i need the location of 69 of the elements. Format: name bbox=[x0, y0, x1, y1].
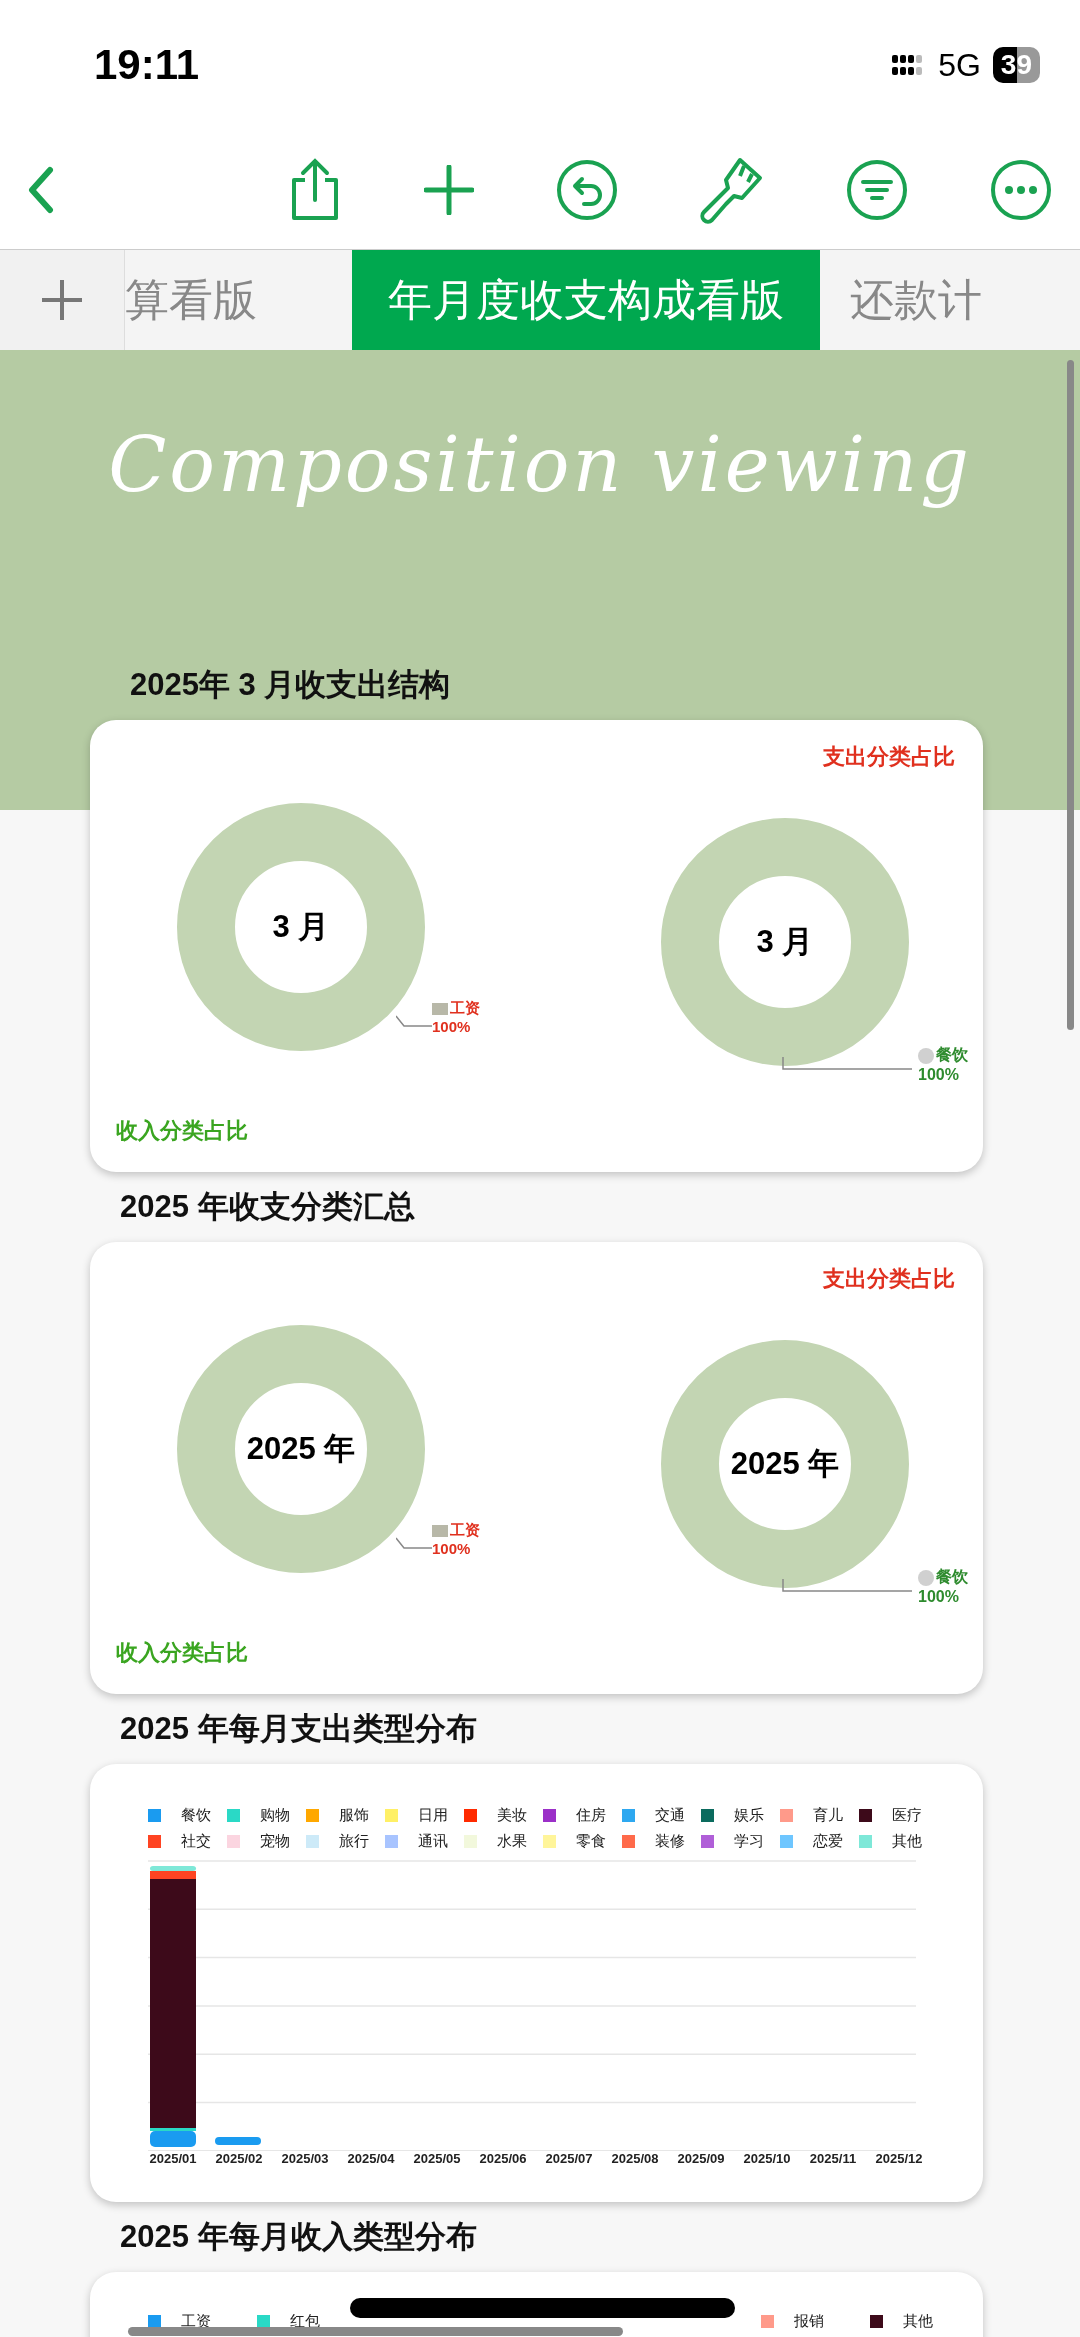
axis-label: 2025/09 bbox=[676, 2151, 726, 2166]
slice-percent: 100% bbox=[918, 1588, 960, 1606]
leader-line bbox=[396, 1014, 432, 1028]
legend-label: 恋爱 bbox=[813, 1832, 843, 1851]
sheet-tab[interactable]: 年月度收支构成看版 bbox=[352, 250, 820, 350]
axis-label: 2025/04 bbox=[346, 2151, 396, 2166]
slice-percent: 100% bbox=[432, 1018, 472, 1035]
legend-label: 其他 bbox=[903, 2312, 933, 2331]
legend-label: 旅行 bbox=[339, 1832, 369, 1851]
legend-label: 报销 bbox=[794, 2312, 824, 2331]
donut-center-label: 3 月 bbox=[756, 923, 814, 961]
axis-label: 2025/06 bbox=[478, 2151, 528, 2166]
more-icon[interactable] bbox=[990, 158, 1052, 221]
legend-label: 娱乐 bbox=[734, 1806, 764, 1825]
axis-label: 2025/03 bbox=[280, 2151, 330, 2166]
legend-label: 装修 bbox=[655, 1832, 685, 1851]
network-label: 5G bbox=[938, 46, 981, 84]
section-title: 2025 年每月支出类型分布 bbox=[119, 1710, 478, 1748]
status-time: 19:11 bbox=[94, 41, 200, 89]
axis-label: 2025/10 bbox=[742, 2151, 792, 2166]
slice-percent: 100% bbox=[918, 1066, 960, 1084]
bar-segment bbox=[215, 2137, 261, 2145]
filter-icon[interactable] bbox=[846, 158, 908, 221]
brush-icon[interactable] bbox=[700, 155, 764, 224]
legend-label: 宠物 bbox=[260, 1832, 290, 1851]
section-title: 2025 年每月收入类型分布 bbox=[119, 2218, 478, 2256]
section-title: 2025年 3 月收支出结构 bbox=[129, 666, 452, 704]
banner-title: Composition viewing bbox=[107, 420, 973, 509]
plus-icon[interactable] bbox=[424, 164, 474, 215]
undo-icon[interactable] bbox=[556, 158, 618, 221]
slice-percent: 100% bbox=[432, 1540, 472, 1557]
chart-title: 收入分类占比 bbox=[116, 1639, 249, 1667]
donut-center-label: 2025 年 bbox=[246, 1430, 356, 1468]
legend-label: 住房 bbox=[576, 1806, 606, 1825]
leader-line bbox=[396, 1536, 432, 1550]
legend-label: 医疗 bbox=[892, 1806, 922, 1825]
chart-title: 收入分类占比 bbox=[116, 1117, 249, 1145]
axis-label: 2025/12 bbox=[874, 2151, 924, 2166]
legend-label: 零食 bbox=[576, 1832, 606, 1851]
legend-label: 日用 bbox=[418, 1806, 448, 1825]
back-icon[interactable] bbox=[26, 165, 56, 214]
legend-label: 通讯 bbox=[418, 1832, 448, 1851]
axis-label: 2025/01 bbox=[148, 2151, 198, 2166]
chart-title: 支出分类占比 bbox=[823, 743, 955, 771]
slice-label: 餐饮 bbox=[918, 1567, 968, 1588]
legend-label: 学习 bbox=[734, 1832, 764, 1851]
donut-center-label: 3 月 bbox=[272, 908, 330, 946]
sheet-tab[interactable]: 算看版 bbox=[125, 250, 352, 350]
axis-label: 2025/11 bbox=[808, 2151, 858, 2166]
legend-label: 水果 bbox=[497, 1832, 527, 1851]
donut-center-label: 2025 年 bbox=[730, 1445, 840, 1483]
legend-label: 服饰 bbox=[339, 1806, 369, 1825]
slice-label: 工资 bbox=[432, 1521, 480, 1540]
axis-label: 2025/07 bbox=[544, 2151, 594, 2166]
axis-label: 2025/08 bbox=[610, 2151, 660, 2166]
legend-label: 交通 bbox=[655, 1806, 685, 1825]
axis-label: 2025/05 bbox=[412, 2151, 462, 2166]
chart-title: 支出分类占比 bbox=[823, 1265, 955, 1293]
legend-label: 美妆 bbox=[497, 1806, 527, 1825]
legend-label: 社交 bbox=[181, 1832, 211, 1851]
slice-label: 工资 bbox=[432, 999, 480, 1018]
axis-label: 2025/02 bbox=[214, 2151, 264, 2166]
legend-label: 购物 bbox=[260, 1806, 290, 1825]
legend-label: 餐饮 bbox=[181, 1806, 211, 1825]
legend-label: 育儿 bbox=[813, 1806, 843, 1825]
section-title: 2025 年收支分类汇总 bbox=[119, 1188, 416, 1226]
sheet-tab[interactable]: 还款计 bbox=[820, 250, 1012, 350]
slice-label: 餐饮 bbox=[918, 1045, 968, 1066]
legend-label: 其他 bbox=[892, 1832, 922, 1851]
